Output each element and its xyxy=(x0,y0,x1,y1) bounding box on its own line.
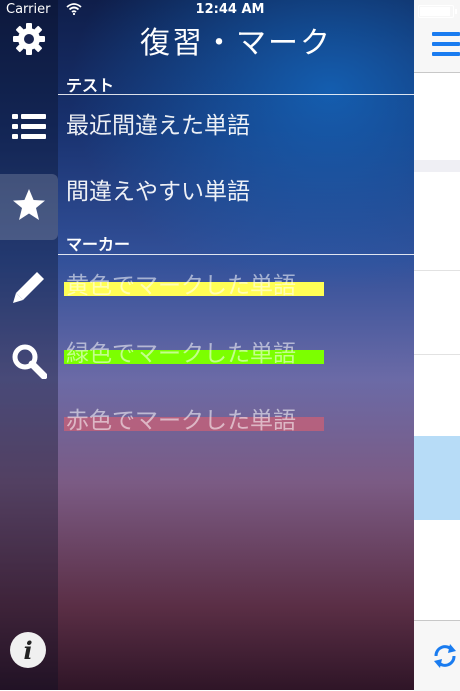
background-row xyxy=(414,270,460,355)
pencil-icon xyxy=(11,269,47,309)
search-icon xyxy=(11,343,48,383)
list-icon xyxy=(11,111,47,147)
page-title: 復習・マーク xyxy=(140,26,332,61)
gear-icon xyxy=(11,21,47,61)
refresh-icon[interactable] xyxy=(430,641,460,671)
review-mark-button[interactable] xyxy=(0,174,58,240)
section-divider xyxy=(58,254,414,255)
side-menu: i 復習・マーク テスト 最近間違えた単語 間違えやすい単語 マーカー 黄色でマ… xyxy=(0,0,414,690)
info-icon: i xyxy=(23,635,33,665)
star-icon xyxy=(11,187,47,227)
section-header-marker: マーカー xyxy=(66,235,131,254)
background-screen-peek xyxy=(414,0,460,691)
menu-item-frequent-mistakes[interactable]: 間違えやすい単語 xyxy=(66,172,406,206)
background-row xyxy=(414,520,460,621)
background-section-separator xyxy=(414,160,460,172)
edit-button[interactable] xyxy=(0,256,58,322)
list-button[interactable] xyxy=(0,96,58,162)
section-divider xyxy=(58,94,414,95)
status-time: 12:44 AM xyxy=(195,2,265,17)
info-button[interactable]: i xyxy=(10,632,46,668)
menu-item-recent-mistakes[interactable]: 最近間違えた単語 xyxy=(66,106,406,140)
icon-sidebar: i xyxy=(0,0,58,690)
menu-item-label: 黄色でマークした単語 xyxy=(66,273,296,299)
section-header-test: テスト xyxy=(66,76,115,95)
hamburger-menu-icon[interactable] xyxy=(432,32,460,62)
menu-item-label: 緑色でマークした単語 xyxy=(66,341,296,367)
background-row xyxy=(414,354,460,437)
background-row xyxy=(414,72,460,161)
battery-icon xyxy=(418,5,457,18)
search-button[interactable] xyxy=(0,330,58,396)
status-bar: Carrier 12:44 AM xyxy=(0,0,460,20)
background-toolbar xyxy=(414,620,460,691)
background-row xyxy=(414,172,460,271)
background-selected-row xyxy=(414,436,460,520)
menu-item-label: 赤色でマークした単語 xyxy=(66,408,296,434)
